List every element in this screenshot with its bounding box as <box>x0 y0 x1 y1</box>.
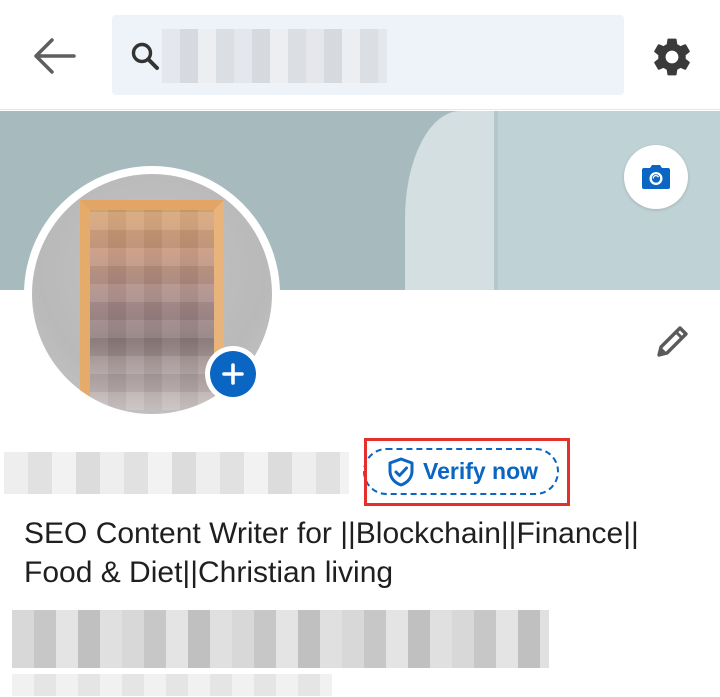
profile-location-redacted <box>12 610 549 668</box>
search-bar[interactable] <box>112 15 624 95</box>
camera-icon <box>642 165 670 189</box>
verify-now-label: Verify now <box>423 458 539 484</box>
profile-photo-redacted <box>80 200 224 410</box>
edit-cover-button[interactable] <box>624 145 688 209</box>
cover-segment <box>498 111 720 290</box>
add-photo-button[interactable] <box>205 346 261 402</box>
profile-name-redacted <box>4 452 349 494</box>
edit-profile-button[interactable] <box>644 314 700 370</box>
back-button[interactable] <box>26 32 82 80</box>
search-icon <box>131 42 159 70</box>
search-input[interactable] <box>164 27 604 83</box>
plus-icon <box>222 363 244 385</box>
profile-meta-redacted <box>12 674 332 696</box>
add-photo-badge <box>210 351 256 397</box>
arrow-left-icon <box>34 38 76 74</box>
shield-check-icon <box>388 457 414 486</box>
profile-headline: SEO Content Writer for ||Blockchain||Fin… <box>24 517 639 589</box>
gear-icon <box>654 38 690 76</box>
top-bar <box>0 0 720 110</box>
verify-now-button[interactable]: Verify now <box>363 448 559 495</box>
settings-button[interactable] <box>645 30 699 84</box>
pencil-icon <box>657 326 688 357</box>
